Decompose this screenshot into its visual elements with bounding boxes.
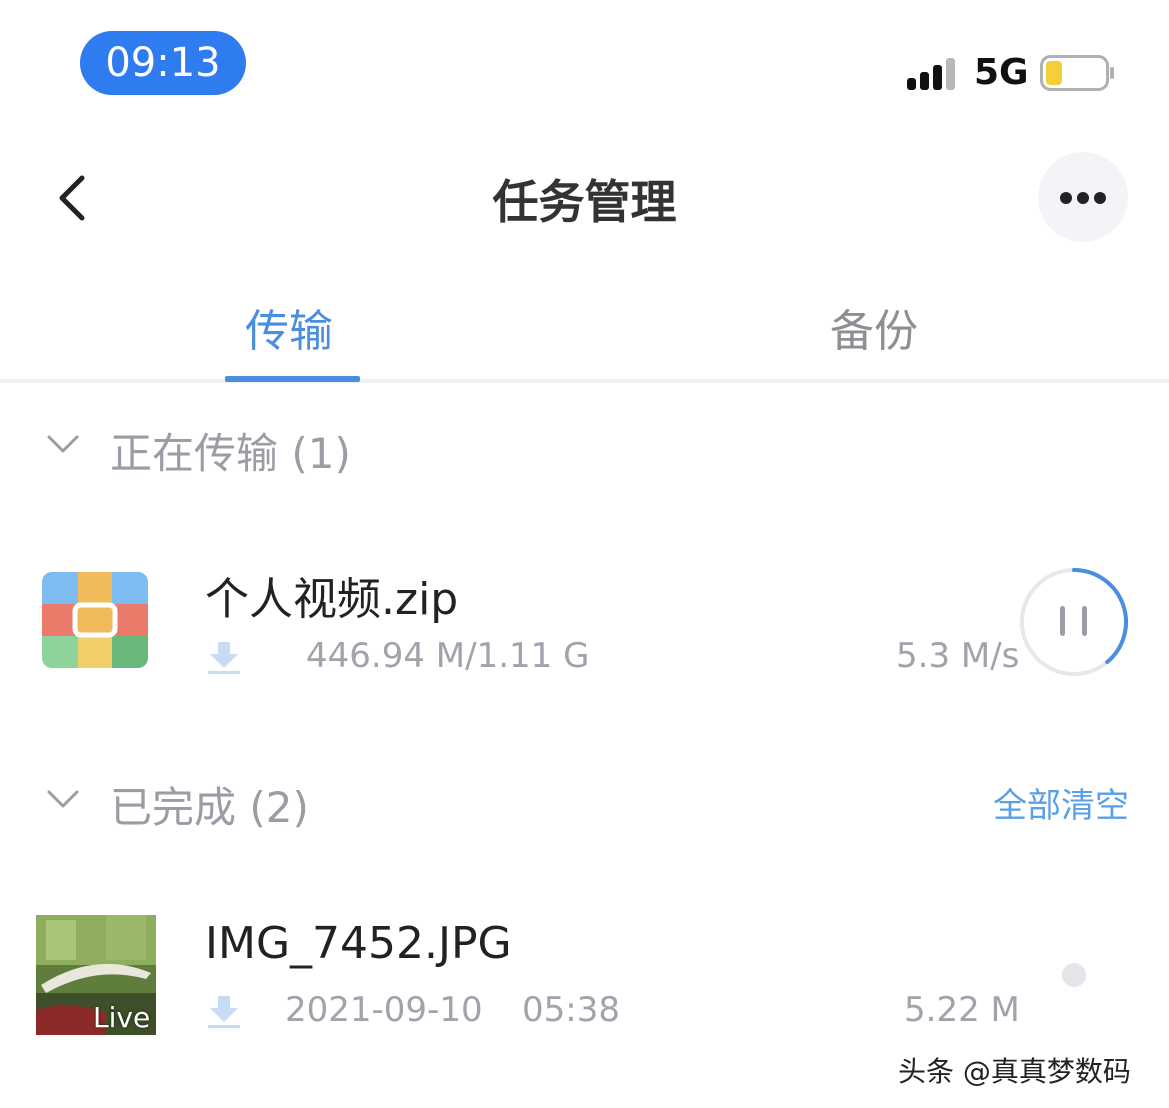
chevron-down-icon[interactable] xyxy=(46,788,80,810)
image-thumbnail[interactable]: Live xyxy=(36,915,156,1035)
more-button[interactable] xyxy=(1038,152,1128,242)
live-badge: Live xyxy=(93,1001,151,1034)
chevron-down-icon[interactable] xyxy=(46,433,80,455)
network-type: 5G xyxy=(974,52,1029,93)
download-icon xyxy=(208,996,240,1028)
more-icon-dot xyxy=(1077,192,1089,204)
tab-backup[interactable]: 备份 xyxy=(830,295,918,359)
download-icon xyxy=(208,642,240,674)
watermark: 头条 @真真梦数码 xyxy=(898,1055,1131,1088)
progress-ring xyxy=(1072,568,1129,665)
zip-file-icon xyxy=(42,572,148,668)
file-name[interactable]: 个人视频.zip xyxy=(205,563,458,627)
transfer-progress-text: 446.94 M/1.11 G xyxy=(306,636,590,676)
section-title-completed: 已完成 (2) xyxy=(110,783,309,832)
clear-all-button[interactable]: 全部清空 xyxy=(993,778,1129,827)
tab-indicator xyxy=(225,376,360,382)
page-title: 任务管理 xyxy=(492,175,677,229)
more-icon-dot xyxy=(1094,192,1106,204)
completed-date: 2021-09-10 xyxy=(285,990,483,1030)
file-name[interactable]: IMG_7452.JPG xyxy=(205,918,512,969)
file-size: 5.22 M xyxy=(904,990,1020,1030)
battery-icon xyxy=(1040,55,1114,91)
pause-icon xyxy=(1060,606,1065,636)
more-icon xyxy=(1060,192,1072,204)
signal-icon xyxy=(907,58,955,90)
tab-transfer[interactable]: 传输 xyxy=(245,295,333,359)
status-time: 09:13 xyxy=(80,31,246,95)
pause-button[interactable] xyxy=(1018,566,1130,678)
status-dot[interactable] xyxy=(1062,963,1086,987)
tab-divider xyxy=(0,379,1169,383)
completed-time: 05:38 xyxy=(522,990,620,1030)
transfer-speed: 5.3 M/s xyxy=(896,636,1020,676)
section-title-transferring: 正在传输 (1) xyxy=(110,429,351,478)
